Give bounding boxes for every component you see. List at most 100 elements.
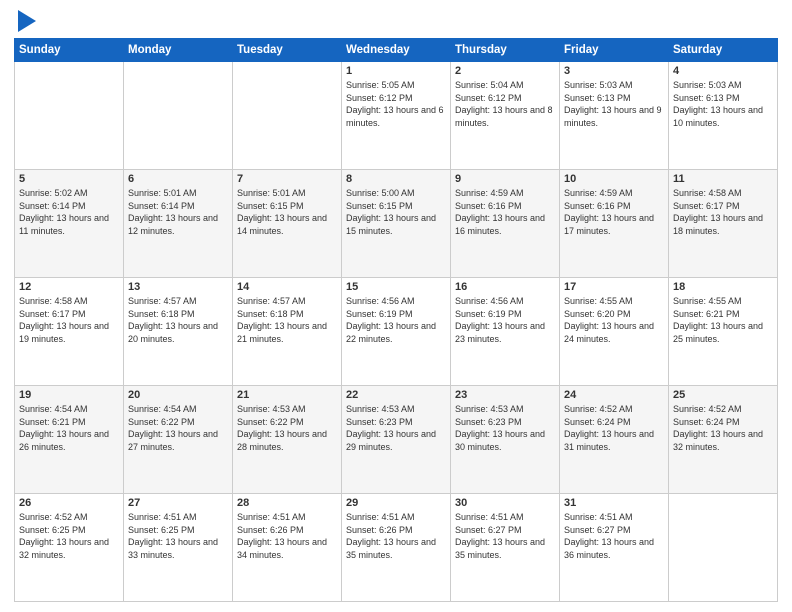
day-number: 30: [455, 497, 555, 509]
day-info: Sunrise: 4:55 AMSunset: 6:21 PMDaylight:…: [673, 295, 773, 345]
calendar-cell: 30 Sunrise: 4:51 AMSunset: 6:27 PMDayligh…: [451, 494, 560, 602]
day-info: Sunrise: 5:04 AMSunset: 6:12 PMDaylight:…: [455, 79, 555, 129]
calendar-cell: 23 Sunrise: 4:53 AMSunset: 6:23 PMDayligh…: [451, 386, 560, 494]
day-info: Sunrise: 4:51 AMSunset: 6:25 PMDaylight:…: [128, 511, 228, 561]
day-info: Sunrise: 4:55 AMSunset: 6:20 PMDaylight:…: [564, 295, 664, 345]
calendar-cell: 26 Sunrise: 4:52 AMSunset: 6:25 PMDayligh…: [15, 494, 124, 602]
logo-triangle-icon: [18, 10, 36, 32]
day-number: 9: [455, 173, 555, 185]
calendar-week-row: 1 Sunrise: 5:05 AMSunset: 6:12 PMDaylight…: [15, 62, 778, 170]
day-number: 25: [673, 389, 773, 401]
calendar-cell: 18 Sunrise: 4:55 AMSunset: 6:21 PMDayligh…: [669, 278, 778, 386]
day-info: Sunrise: 4:57 AMSunset: 6:18 PMDaylight:…: [128, 295, 228, 345]
day-number: 17: [564, 281, 664, 293]
weekday-header-cell: Monday: [124, 39, 233, 62]
day-number: 23: [455, 389, 555, 401]
weekday-header-cell: Tuesday: [233, 39, 342, 62]
day-number: 20: [128, 389, 228, 401]
calendar-cell: 5 Sunrise: 5:02 AMSunset: 6:14 PMDaylight…: [15, 170, 124, 278]
day-number: 1: [346, 65, 446, 77]
day-number: 8: [346, 173, 446, 185]
calendar-cell: 24 Sunrise: 4:52 AMSunset: 6:24 PMDayligh…: [560, 386, 669, 494]
day-number: 15: [346, 281, 446, 293]
day-info: Sunrise: 4:51 AMSunset: 6:26 PMDaylight:…: [346, 511, 446, 561]
day-number: 11: [673, 173, 773, 185]
calendar-cell: 21Sunrise: 4:53 AMSunset: 6:22 PMDayligh…: [233, 386, 342, 494]
day-info: Sunrise: 4:54 AMSunset: 6:21 PMDaylight:…: [19, 403, 119, 453]
calendar-cell: 11 Sunrise: 4:58 AMSunset: 6:17 PMDayligh…: [669, 170, 778, 278]
day-number: 4: [673, 65, 773, 77]
calendar-cell: 4 Sunrise: 5:03 AMSunset: 6:13 PMDaylight…: [669, 62, 778, 170]
calendar-cell: [15, 62, 124, 170]
day-info: Sunrise: 5:02 AMSunset: 6:14 PMDaylight:…: [19, 187, 119, 237]
calendar-cell: 15 Sunrise: 4:56 AMSunset: 6:19 PMDayligh…: [342, 278, 451, 386]
calendar-cell: 10Sunrise: 4:59 AMSunset: 6:16 PMDayligh…: [560, 170, 669, 278]
day-info: Sunrise: 4:52 AMSunset: 6:25 PMDaylight:…: [19, 511, 119, 561]
calendar-cell: 28 Sunrise: 4:51 AMSunset: 6:26 PMDayligh…: [233, 494, 342, 602]
day-info: Sunrise: 4:52 AMSunset: 6:24 PMDaylight:…: [564, 403, 664, 453]
day-number: 28: [237, 497, 337, 509]
day-number: 29: [346, 497, 446, 509]
day-info: Sunrise: 4:51 AMSunset: 6:27 PMDaylight:…: [564, 511, 664, 561]
calendar-body: 1 Sunrise: 5:05 AMSunset: 6:12 PMDaylight…: [15, 62, 778, 602]
day-number: 7: [237, 173, 337, 185]
calendar-cell: 8 Sunrise: 5:00 AMSunset: 6:15 PMDaylight…: [342, 170, 451, 278]
day-info: Sunrise: 4:53 AMSunset: 6:22 PMDaylight:…: [237, 403, 337, 453]
day-number: 22: [346, 389, 446, 401]
day-info: Sunrise: 4:59 AMSunset: 6:16 PMDaylight:…: [564, 187, 664, 237]
calendar-cell: 3 Sunrise: 5:03 AMSunset: 6:13 PMDaylight…: [560, 62, 669, 170]
day-info: Sunrise: 4:58 AMSunset: 6:17 PMDaylight:…: [19, 295, 119, 345]
calendar-week-row: 19 Sunrise: 4:54 AMSunset: 6:21 PMDayligh…: [15, 386, 778, 494]
day-info: Sunrise: 5:01 AMSunset: 6:14 PMDaylight:…: [128, 187, 228, 237]
day-number: 13: [128, 281, 228, 293]
day-info: Sunrise: 4:53 AMSunset: 6:23 PMDaylight:…: [455, 403, 555, 453]
calendar-cell: 9 Sunrise: 4:59 AMSunset: 6:16 PMDaylight…: [451, 170, 560, 278]
day-info: Sunrise: 4:53 AMSunset: 6:23 PMDaylight:…: [346, 403, 446, 453]
day-number: 26: [19, 497, 119, 509]
day-info: Sunrise: 4:59 AMSunset: 6:16 PMDaylight:…: [455, 187, 555, 237]
day-info: Sunrise: 4:57 AMSunset: 6:18 PMDaylight:…: [237, 295, 337, 345]
weekday-header-cell: Wednesday: [342, 39, 451, 62]
day-number: 2: [455, 65, 555, 77]
calendar-cell: 27 Sunrise: 4:51 AMSunset: 6:25 PMDayligh…: [124, 494, 233, 602]
calendar-cell: 17 Sunrise: 4:55 AMSunset: 6:20 PMDayligh…: [560, 278, 669, 386]
calendar-week-row: 5 Sunrise: 5:02 AMSunset: 6:14 PMDaylight…: [15, 170, 778, 278]
day-info: Sunrise: 5:00 AMSunset: 6:15 PMDaylight:…: [346, 187, 446, 237]
calendar-cell: [669, 494, 778, 602]
calendar-cell: 25Sunrise: 4:52 AMSunset: 6:24 PMDayligh…: [669, 386, 778, 494]
day-info: Sunrise: 5:03 AMSunset: 6:13 PMDaylight:…: [564, 79, 664, 129]
day-info: Sunrise: 4:51 AMSunset: 6:26 PMDaylight:…: [237, 511, 337, 561]
weekday-header-cell: Thursday: [451, 39, 560, 62]
page: SundayMondayTuesdayWednesdayThursdayFrid…: [0, 0, 792, 612]
day-number: 27: [128, 497, 228, 509]
day-number: 3: [564, 65, 664, 77]
day-number: 31: [564, 497, 664, 509]
day-info: Sunrise: 5:03 AMSunset: 6:13 PMDaylight:…: [673, 79, 773, 129]
calendar-cell: 12 Sunrise: 4:58 AMSunset: 6:17 PMDayligh…: [15, 278, 124, 386]
day-number: 18: [673, 281, 773, 293]
day-number: 24: [564, 389, 664, 401]
day-number: 5: [19, 173, 119, 185]
calendar-cell: 29 Sunrise: 4:51 AMSunset: 6:26 PMDayligh…: [342, 494, 451, 602]
calendar-cell: 13 Sunrise: 4:57 AMSunset: 6:18 PMDayligh…: [124, 278, 233, 386]
day-number: 12: [19, 281, 119, 293]
weekday-header-cell: Friday: [560, 39, 669, 62]
calendar-cell: 19 Sunrise: 4:54 AMSunset: 6:21 PMDayligh…: [15, 386, 124, 494]
logo: [14, 10, 36, 32]
day-info: Sunrise: 4:51 AMSunset: 6:27 PMDaylight:…: [455, 511, 555, 561]
calendar-cell: 6Sunrise: 5:01 AMSunset: 6:14 PMDaylight…: [124, 170, 233, 278]
calendar-cell: [233, 62, 342, 170]
weekday-header-cell: Saturday: [669, 39, 778, 62]
day-number: 14: [237, 281, 337, 293]
day-info: Sunrise: 4:58 AMSunset: 6:17 PMDaylight:…: [673, 187, 773, 237]
day-number: 19: [19, 389, 119, 401]
header: [14, 10, 778, 32]
weekday-header-cell: Sunday: [15, 39, 124, 62]
day-number: 16: [455, 281, 555, 293]
calendar-week-row: 26 Sunrise: 4:52 AMSunset: 6:25 PMDayligh…: [15, 494, 778, 602]
day-info: Sunrise: 5:05 AMSunset: 6:12 PMDaylight:…: [346, 79, 446, 129]
weekday-header-row: SundayMondayTuesdayWednesdayThursdayFrid…: [15, 39, 778, 62]
calendar-cell: 14 Sunrise: 4:57 AMSunset: 6:18 PMDayligh…: [233, 278, 342, 386]
calendar-cell: [124, 62, 233, 170]
day-info: Sunrise: 4:56 AMSunset: 6:19 PMDaylight:…: [346, 295, 446, 345]
